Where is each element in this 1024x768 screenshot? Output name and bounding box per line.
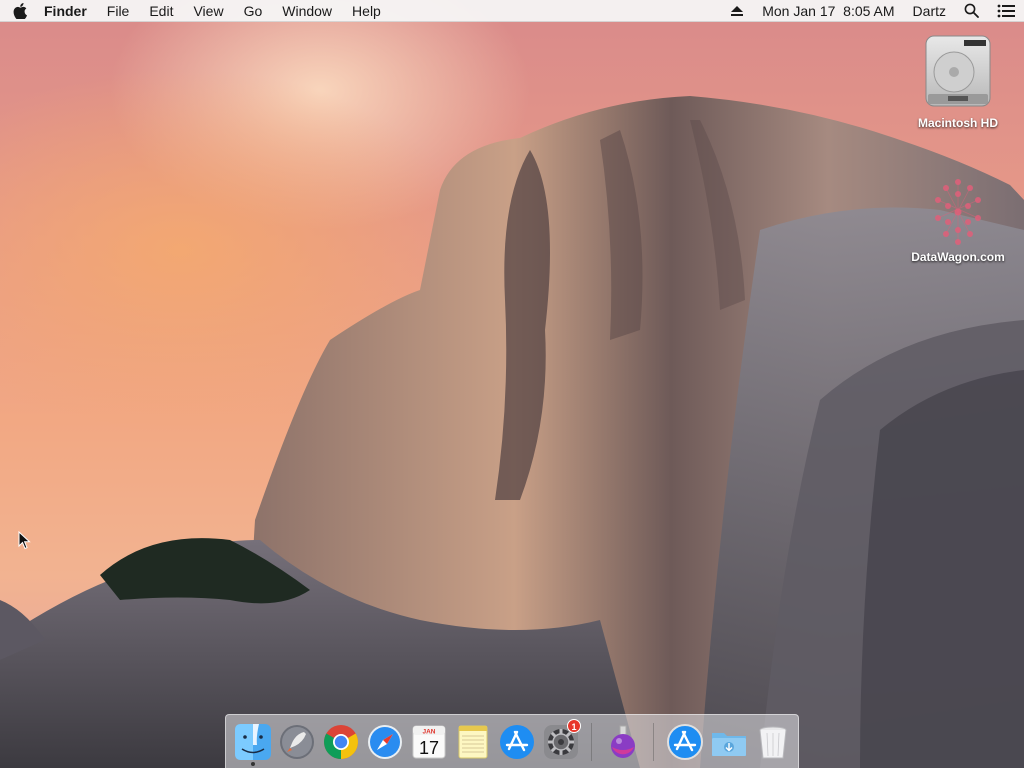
clock[interactable]: Mon Jan 17 8:05 AM xyxy=(753,0,903,22)
list-icon xyxy=(997,4,1015,17)
notes-icon xyxy=(458,725,488,758)
trash-icon xyxy=(759,726,787,758)
calendar-day: 17 xyxy=(419,738,439,758)
applications-folder-icon xyxy=(667,723,703,760)
mouse-cursor-icon xyxy=(18,531,31,550)
dock-item-downloads[interactable] xyxy=(707,718,751,766)
dock-item-trash[interactable] xyxy=(751,718,795,766)
eject-button[interactable] xyxy=(721,0,753,22)
apple-logo-icon xyxy=(13,2,27,19)
dock-item-chrome[interactable] xyxy=(319,718,363,766)
dock-item-potion[interactable] xyxy=(601,718,645,766)
user-menu[interactable]: Dartz xyxy=(904,0,955,22)
dock-separator xyxy=(591,722,592,761)
notification-center-button[interactable] xyxy=(988,0,1024,22)
desktop-icon-label: Macintosh HD xyxy=(917,116,998,130)
datawagon-logo-icon xyxy=(935,179,981,245)
downloads-folder-icon xyxy=(712,732,746,756)
menu-view[interactable]: View xyxy=(183,0,233,22)
calendar-month: JAN xyxy=(422,728,435,735)
menu-window[interactable]: Window xyxy=(272,0,342,22)
app-store-icon xyxy=(500,724,534,759)
potion-icon xyxy=(611,725,635,758)
dock-item-app-store[interactable] xyxy=(495,718,539,766)
desktop-wallpaper xyxy=(0,0,1024,768)
dock-separator xyxy=(653,722,654,761)
menu-bar: Finder File Edit View Go Window Help Mon… xyxy=(0,0,1024,22)
dock-item-system-preferences[interactable]: 1 xyxy=(539,718,583,766)
apple-menu-button[interactable] xyxy=(0,0,40,22)
running-indicator xyxy=(251,761,255,766)
finder-icon xyxy=(235,723,271,760)
safari-icon xyxy=(368,724,402,759)
dock-item-safari[interactable] xyxy=(363,718,407,766)
eject-icon xyxy=(731,5,744,16)
menu-help[interactable]: Help xyxy=(342,0,391,22)
desktop-icon-label: DataWagon.com xyxy=(911,250,1005,264)
desktop-icon-datawagon[interactable]: DataWagon.com xyxy=(903,172,1013,264)
menu-bar-status-area: Mon Jan 17 8:05 AM Dartz xyxy=(721,0,1024,22)
dock-item-finder[interactable] xyxy=(231,718,275,766)
menu-app-name[interactable]: Finder xyxy=(40,0,97,22)
spotlight-button[interactable] xyxy=(955,0,988,22)
launchpad-icon xyxy=(280,724,314,759)
dock-item-notes[interactable] xyxy=(451,718,495,766)
calendar-icon: JAN 17 xyxy=(412,725,446,758)
chrome-icon xyxy=(324,724,358,759)
dock-item-calendar[interactable]: JAN 17 xyxy=(407,718,451,766)
menu-edit[interactable]: Edit xyxy=(139,0,183,22)
dock: JAN 17 1 xyxy=(225,714,799,768)
hard-drive-icon xyxy=(925,35,991,107)
dock-item-launchpad[interactable] xyxy=(275,718,319,766)
dock-item-applications[interactable] xyxy=(663,718,707,766)
search-icon xyxy=(964,3,979,18)
mountain-scene xyxy=(0,96,1024,768)
menu-go[interactable]: Go xyxy=(234,0,273,22)
desktop-icon-macintosh-hd[interactable]: Macintosh HD xyxy=(903,32,1013,130)
notification-badge: 1 xyxy=(567,718,581,733)
menu-file[interactable]: File xyxy=(97,0,140,22)
